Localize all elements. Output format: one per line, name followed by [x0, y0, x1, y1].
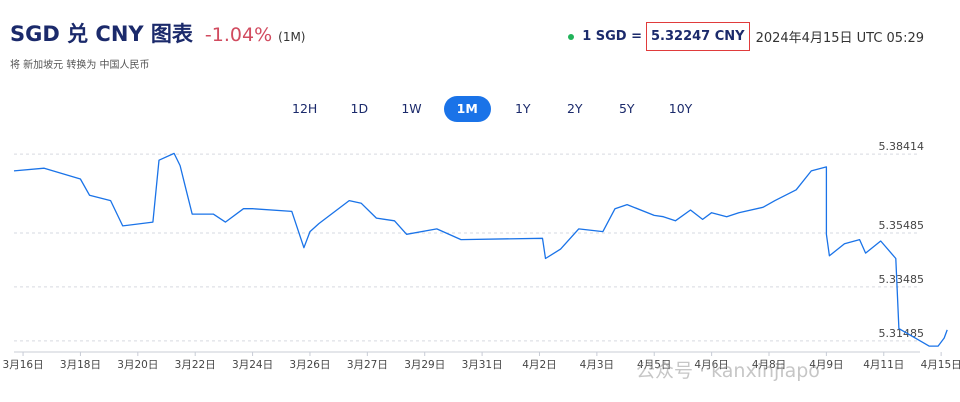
x-tick-label: 3月18日 [60, 359, 101, 371]
x-tick-label: 3月29日 [404, 359, 445, 371]
x-tick-label: 4月2日 [522, 359, 556, 371]
x-tick-label: 3月16日 [3, 359, 44, 371]
x-tick-label: 3月20日 [117, 359, 158, 371]
chart-grid [14, 153, 920, 342]
y-tick-label: 5.33485 [879, 273, 925, 286]
y-tick-label: 5.38414 [879, 140, 925, 153]
y-axis-labels: 5.38414 5.35485 5.33485 5.31485 [879, 140, 925, 340]
x-tick-label: 4月11日 [863, 359, 904, 371]
x-tick-label: 3月27日 [347, 359, 388, 371]
watermark: 公众号 · kanxinjiapo [636, 360, 820, 382]
x-tick-label: 4月15日 [921, 359, 960, 371]
x-tick-label: 4月3日 [580, 359, 614, 371]
x-tick-label: 3月24日 [232, 359, 273, 371]
y-tick-label: 5.35485 [879, 219, 925, 232]
x-tick-label: 3月26日 [289, 359, 330, 371]
rate-chart: 5.38414 5.35485 5.33485 5.31485 3月16日 3月18日 3… [3, 140, 960, 371]
rate-series-line [13, 152, 948, 347]
y-tick-label: 5.31485 [879, 327, 925, 340]
x-tick-label: 3月31日 [462, 359, 503, 371]
x-tick-label: 3月22日 [175, 359, 216, 371]
